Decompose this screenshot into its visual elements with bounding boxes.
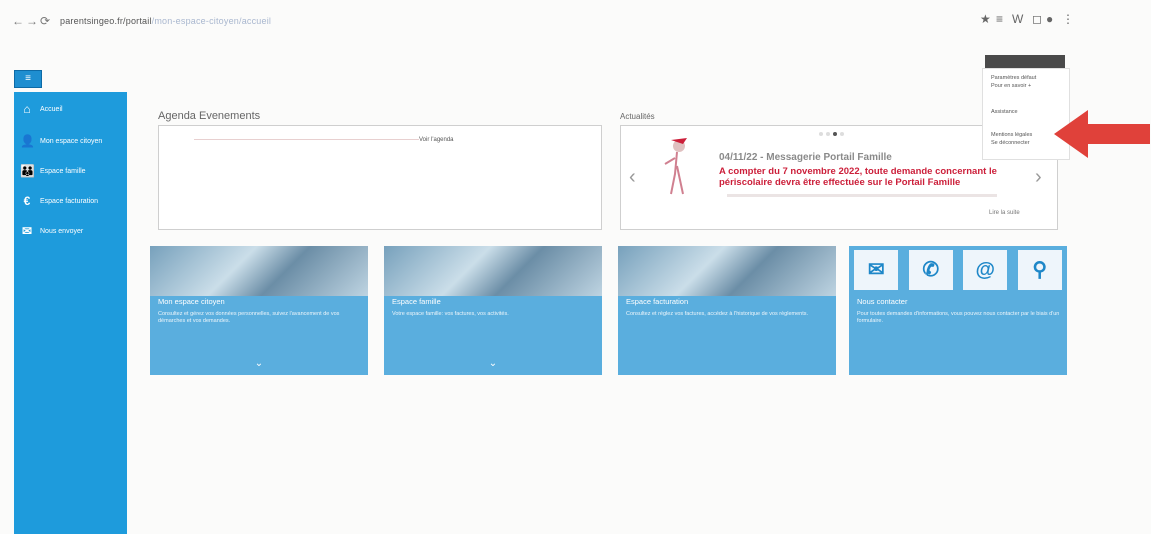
read-more-link[interactable]: Lire la suite	[989, 210, 1020, 216]
news-illustration	[664, 138, 687, 195]
card-title: Espace famille	[392, 297, 441, 306]
home-icon: ⌂	[23, 102, 31, 116]
card-nous-contacter[interactable]: ✉ ✆ @ ⚲ Nous contacter Pour toutes deman…	[849, 246, 1067, 375]
card-title: Nous contacter	[857, 297, 908, 306]
actualites-title: Actualités	[620, 112, 655, 121]
carousel-indicators[interactable]	[819, 132, 844, 136]
card-title: Espace facturation	[626, 297, 689, 306]
extension-icon[interactable]: ≡	[996, 12, 1003, 26]
extension-w-icon[interactable]: W	[1012, 12, 1023, 26]
user-menu-button[interactable]	[985, 55, 1065, 68]
sidebar-item-espace-facturation[interactable]: € Espace facturation	[20, 194, 98, 208]
carousel-next-icon[interactable]: ›	[1035, 166, 1042, 189]
sidebar-item-espace-famille[interactable]: 👪 Espace famille	[20, 164, 86, 178]
card-title: Mon espace citoyen	[158, 297, 225, 306]
at-sign-icon[interactable]: @	[963, 250, 1008, 290]
card-description: Votre espace famille: vos factures, vos …	[392, 311, 509, 317]
family-icon: 👪	[20, 164, 35, 178]
menu-item-mentions-legales[interactable]: Mentions légales	[991, 132, 1032, 138]
card-description: Consultez et gérez vos données personnel…	[158, 311, 340, 324]
agenda-link[interactable]: Voir l'agenda	[419, 137, 454, 143]
window-icon[interactable]: ◻	[1032, 12, 1042, 26]
url-path: /mon-espace-citoyen/accueil	[151, 16, 272, 26]
card-photo	[618, 246, 836, 296]
sidebar-item-nous-envoyer[interactable]: ✉ Nous envoyer	[20, 224, 83, 238]
menu-item-parametres[interactable]: Paramètres défaut	[991, 75, 1036, 81]
sidebar-item-label: Espace famille	[40, 167, 86, 175]
chevron-down-icon[interactable]: ⌄	[384, 358, 602, 369]
reload-button[interactable]: ⟳	[40, 14, 50, 28]
menu-item-assistance[interactable]: Assistance	[991, 109, 1018, 115]
envelope-icon[interactable]: ✉	[854, 250, 899, 290]
sidebar-item-mon-espace-citoyen[interactable]: 👤 Mon espace citoyen	[20, 134, 102, 148]
profile-icon[interactable]: ●	[1046, 12, 1053, 26]
card-espace-facturation[interactable]: Espace facturation Consultez et réglez v…	[618, 246, 836, 375]
phone-icon[interactable]: ✆	[908, 250, 953, 290]
bookmark-icon[interactable]: ★	[980, 12, 991, 26]
sidebar-item-label: Accueil	[40, 105, 63, 113]
address-bar[interactable]: parentsingeo.fr/portail/mon-espace-citoy…	[60, 16, 271, 26]
card-description: Pour toutes demandes d'informations, vou…	[857, 311, 1060, 324]
chevron-down-icon[interactable]: ⌄	[150, 358, 368, 369]
sidebar-item-label: Mon espace citoyen	[40, 137, 103, 145]
sidebar-item-label: Nous envoyer	[40, 227, 84, 235]
carousel-prev-icon[interactable]: ‹	[629, 166, 636, 189]
back-button[interactable]: ←	[12, 14, 24, 28]
card-photo	[384, 246, 602, 296]
menu-item-deconnexion[interactable]: Se déconnecter	[991, 140, 1030, 146]
card-description: Consultez et réglez vos factures, accéde…	[626, 311, 809, 317]
mail-icon: ✉	[21, 224, 33, 238]
card-photo	[150, 246, 368, 296]
news-excerpt-line	[727, 194, 997, 197]
agenda-panel: Voir l'agenda	[158, 125, 602, 230]
agenda-event-line	[194, 139, 419, 140]
agenda-title: Agenda Evenements	[158, 110, 261, 122]
location-pin-icon[interactable]: ⚲	[1017, 250, 1062, 290]
card-espace-famille[interactable]: Espace famille Votre espace famille: vos…	[384, 246, 602, 375]
more-menu-icon[interactable]: ⋮	[1062, 12, 1074, 26]
user-icon: 👤	[20, 134, 35, 148]
news-title[interactable]: 04/11/22 - Messagerie Portail Famille	[719, 152, 892, 163]
sidebar: ⌂ Accueil 👤 Mon espace citoyen 👪 Espace …	[14, 92, 127, 534]
annotation-arrow-icon	[1054, 110, 1150, 158]
euro-icon: €	[23, 194, 31, 208]
forward-button[interactable]: →	[26, 14, 38, 28]
card-mon-espace-citoyen[interactable]: Mon espace citoyen Consultez et gérez vo…	[150, 246, 368, 375]
url-host: parentsingeo.fr/portail	[60, 16, 152, 26]
hamburger-icon: ≡	[25, 73, 31, 84]
sidebar-item-label: Espace facturation	[40, 197, 98, 205]
sidebar-item-accueil[interactable]: ⌂ Accueil	[20, 102, 63, 116]
menu-toggle-button[interactable]: ≡	[14, 70, 42, 88]
contact-icons: ✉ ✆ @ ⚲	[849, 246, 1067, 294]
menu-item-en-savoir-plus[interactable]: Pour en savoir +	[991, 83, 1031, 89]
browser-toolbar: ← → ⟳ parentsingeo.fr/portail/mon-espace…	[0, 0, 1151, 44]
news-body: A compter du 7 novembre 2022, toute dema…	[719, 166, 997, 188]
